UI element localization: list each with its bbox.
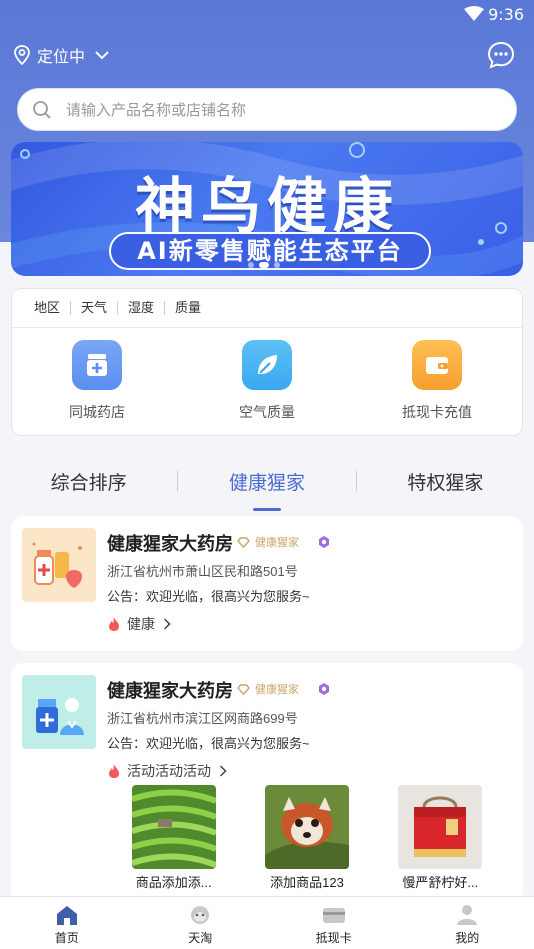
shop-tag: 健康猩家 [237,534,331,550]
shop-notice: 公告：欢迎光临，很高兴为您服务~ [107,736,310,751]
mascot-icon [191,906,210,924]
shop-address: 浙江省杭州市萧山区民和路501号 [107,564,298,579]
quick-item-label: 抵现卡充值 [402,404,472,420]
search-icon [33,100,51,119]
product-image [264,785,349,869]
sort-tab-health[interactable]: 健康猩家 [178,468,355,511]
shop-card[interactable]: 健康猩家大药房 健康猩家 浙江省杭州市滨江区网商路699号 公告：欢迎光临，很高… [11,663,523,903]
shop-thumbnail [22,528,96,602]
quick-tab-quality[interactable]: 质量 [164,301,211,315]
shop-tag-label: 健康猩家 [255,537,299,549]
product-name: 商品添加添... [135,875,212,890]
product-item[interactable]: 添加商品123 [240,785,373,891]
banner-indicator [248,262,280,268]
diamond-icon [237,683,250,695]
badge-icon [319,683,329,695]
shop-name: 健康猩家大药房 [107,681,233,701]
wifi-icon [464,6,484,21]
sort-tab-label: 健康猩家 [228,472,305,494]
product-name: 添加商品123 [270,875,344,890]
wallet-icon [412,340,462,390]
shop-category-label: 健康 [127,616,155,632]
quick-item-card-recharge[interactable]: 抵现卡充值 [352,328,522,436]
home-icon [56,906,77,925]
message-icon[interactable] [486,40,516,70]
sort-tab-privilege[interactable]: 特权猩家 [357,468,534,495]
product-item[interactable]: 商品添加添... [107,785,240,891]
flame-icon [109,617,119,631]
indicator-dot [248,262,254,268]
shop-tag: 健康猩家 [237,681,331,697]
indicator-dot-active [259,262,269,268]
search-placeholder: 请输入产品名称或店铺名称 [66,102,247,119]
chevron-right-icon [219,765,227,777]
shop-category-label: 活动活动活动 [127,763,211,779]
diamond-icon [237,536,250,548]
quick-item-air-quality[interactable]: 空气质量 [182,328,352,436]
quick-tabs: 地区 天气 湿度 质量 [12,289,522,328]
tab-label: 我的 [455,931,480,945]
product-image [398,785,483,869]
sort-tab-label: 综合排序 [50,472,127,494]
shop-tag-label: 健康猩家 [255,684,299,696]
shop-category[interactable]: 活动活动活动 [107,761,227,781]
quick-tab-region[interactable]: 地区 [34,301,70,315]
user-icon [457,905,478,925]
bottom-tab-bar: 首页 天淘 抵现卡 我的 [0,896,534,949]
sort-tab-comprehensive[interactable]: 综合排序 [0,468,177,495]
tab-label: 天淘 [188,931,213,945]
location-pin-icon [14,45,30,65]
badge-icon [319,536,329,548]
quick-panel: 地区 天气 湿度 质量 同城药店 空气质量 抵现卡充值 [11,288,523,436]
tab-label: 抵现卡 [315,931,352,945]
active-tab-indicator [252,507,281,511]
shop-notice: 公告：欢迎光临，很高兴为您服务~ [107,589,310,604]
shop-address: 浙江省杭州市滨江区网商路699号 [107,711,298,726]
quick-item-label: 同城药店 [69,404,125,420]
sort-tabs: 综合排序 健康猩家 特权猩家 [0,458,534,511]
quick-tab-weather[interactable]: 天气 [70,301,117,315]
shop-thumbnail [22,675,96,749]
chevron-right-icon [163,618,171,630]
card-icon [322,908,345,923]
quick-tab-humidity[interactable]: 湿度 [117,301,164,315]
tab-tiantao[interactable]: 天淘 [134,897,268,949]
tab-home[interactable]: 首页 [0,897,134,949]
promo-banner[interactable]: 神鸟健康 AI新零售赋能生态平台 [11,142,523,276]
location-selector[interactable]: 定位中 [13,43,109,67]
search-bar[interactable]: 请输入产品名称或店铺名称 [17,88,517,131]
status-bar: 9:36 [0,0,534,30]
shop-card[interactable]: 健康猩家大药房 健康猩家 浙江省杭州市萧山区民和路501号 公告：欢迎光临，很高… [11,516,523,651]
location-label: 定位中 [37,49,86,66]
leaf-icon [242,340,292,390]
shop-category[interactable]: 健康 [107,614,171,634]
quick-item-pharmacy[interactable]: 同城药店 [12,328,182,436]
shop-name: 健康猩家大药房 [107,534,233,554]
product-image [131,785,216,869]
product-item[interactable]: 慢严舒柠好... [374,785,507,891]
sort-tab-label: 特权猩家 [407,472,484,494]
pharmacy-icon [72,340,122,390]
flame-icon [109,764,119,778]
status-time: 9:36 [488,5,524,24]
product-list: 商品添加添... 添加商品123 慢严舒柠好... [107,785,507,891]
product-name: 慢严舒柠好... [402,875,479,890]
tab-label: 首页 [54,931,79,945]
quick-item-label: 空气质量 [239,404,295,420]
tab-profile[interactable]: 我的 [401,897,534,949]
chevron-down-icon [95,51,109,60]
tab-cash-card[interactable]: 抵现卡 [267,897,401,949]
indicator-dot [274,262,280,268]
